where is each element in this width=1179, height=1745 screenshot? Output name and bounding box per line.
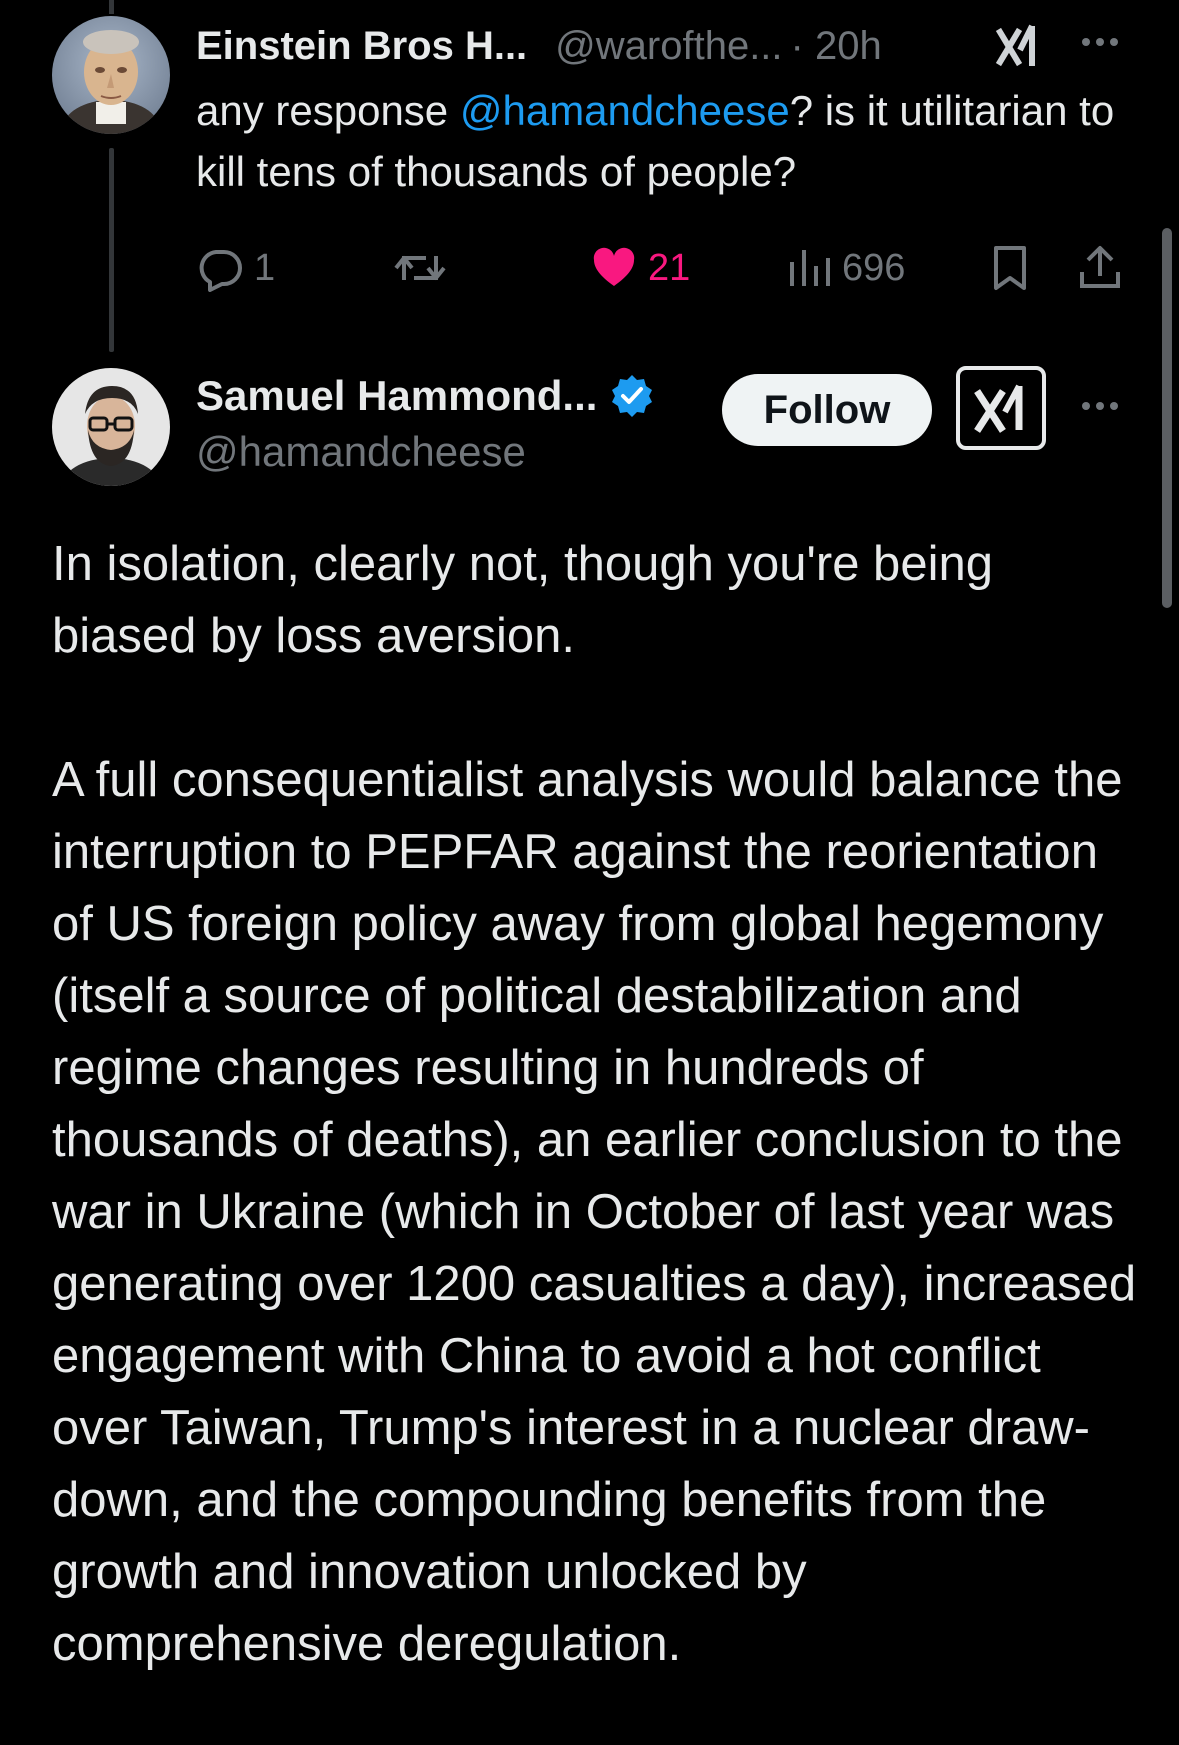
share-icon <box>1080 246 1120 288</box>
author-avatar[interactable] <box>52 368 170 486</box>
author-handle[interactable]: @hamandcheese <box>196 428 526 476</box>
grok-button[interactable] <box>956 366 1046 450</box>
reply-timestamp[interactable]: · 20h <box>791 24 882 69</box>
post-text: In isolation, clearly not, though you're… <box>52 528 1142 1680</box>
bookmark-button[interactable] <box>988 238 1032 298</box>
reply-more-ellipsis-icon[interactable] <box>1076 18 1124 76</box>
author-name[interactable]: Samuel Hammond... <box>196 372 597 420</box>
grok-icon <box>974 384 1023 433</box>
author-name-row[interactable]: Samuel Hammond... <box>196 368 655 424</box>
bar-chart-icon <box>790 250 830 286</box>
speech-bubble-icon <box>199 250 242 292</box>
verified-badge-icon <box>612 375 653 417</box>
repost-icon <box>394 256 446 280</box>
reply-text: any response @hamandcheese? is it utilit… <box>196 80 1136 202</box>
heart-icon <box>593 247 635 286</box>
mention-link[interactable]: @hamandcheese <box>460 87 790 134</box>
reply-action-bar: 1 21 696 <box>196 238 1136 298</box>
repost-button[interactable] <box>392 238 448 298</box>
like-count: 21 <box>648 246 691 289</box>
post-paragraph-2: A full consequentialist analysis would b… <box>52 753 1137 1671</box>
bookmark-icon <box>994 246 1026 290</box>
reply-text-start: any response <box>196 87 460 134</box>
views-button[interactable]: 696 <box>788 238 905 298</box>
post-more-ellipsis-icon[interactable] <box>1076 386 1124 431</box>
reply-button[interactable]: 1 <box>196 238 275 298</box>
reply-author-name[interactable]: Einstein Bros H... <box>196 24 527 69</box>
reply-header: Einstein Bros H... @warofthe... · 20h <box>196 18 1136 74</box>
post-paragraph-1: In isolation, clearly not, though you're… <box>52 537 993 663</box>
views-count: 696 <box>842 246 906 289</box>
scrollbar[interactable] <box>1162 228 1172 608</box>
thread-line <box>109 148 114 352</box>
reply-author-handle[interactable]: @warofthe... <box>555 24 782 69</box>
grok-icon[interactable] <box>994 22 1042 80</box>
like-button[interactable]: 21 <box>590 238 690 298</box>
reply-count: 1 <box>254 246 276 289</box>
reply-author-avatar[interactable] <box>52 16 170 134</box>
thread-line-top <box>109 0 114 14</box>
follow-button[interactable]: Follow <box>722 374 932 446</box>
share-button[interactable] <box>1076 238 1124 298</box>
